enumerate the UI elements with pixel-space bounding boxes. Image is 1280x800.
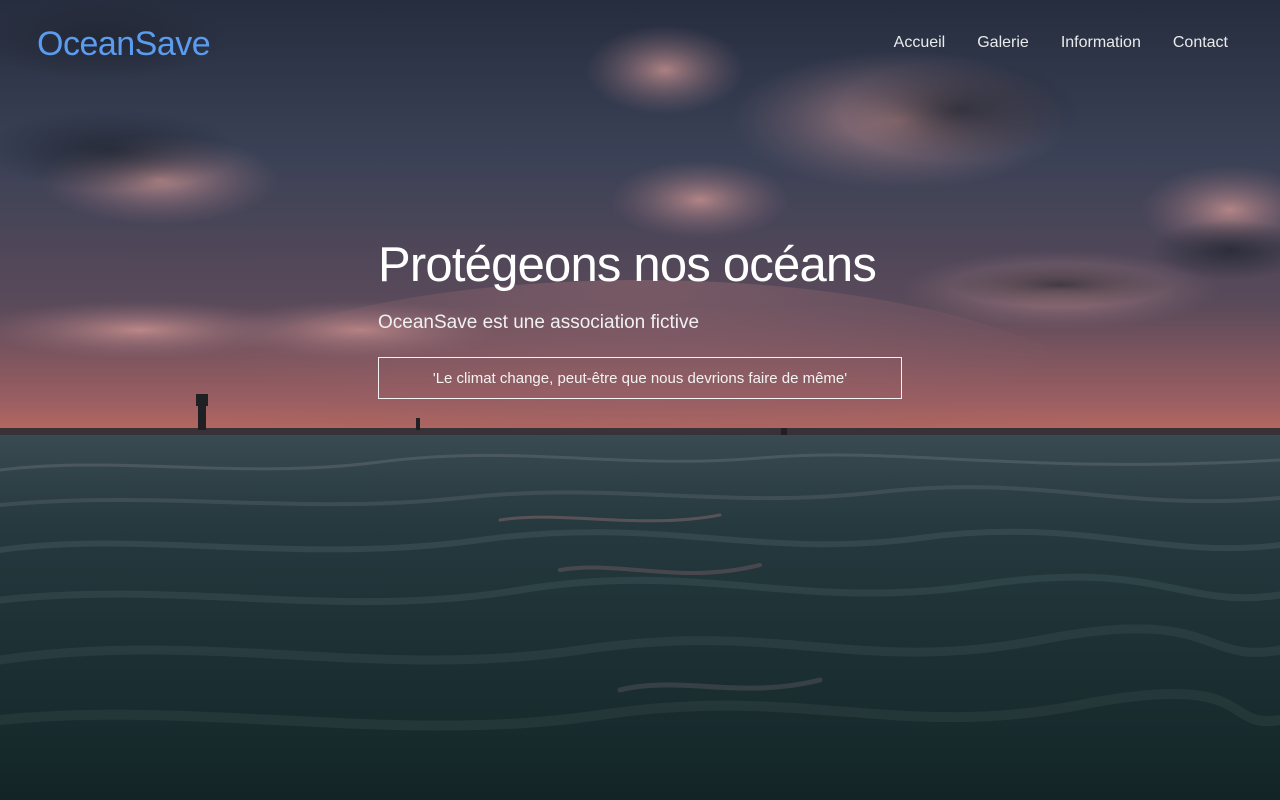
hero-content: Protégeons nos océans OceanSave est une … xyxy=(378,236,938,399)
nav-link-galerie[interactable]: Galerie xyxy=(977,33,1029,53)
hero-subtitle: OceanSave est une association fictive xyxy=(378,312,700,333)
nav-links: Accueil Galerie Information Contact xyxy=(894,33,1228,53)
navbar: OceanSave Accueil Galerie Information Co… xyxy=(0,0,1280,88)
quote-button[interactable]: 'Le climat change, peut-être que nous de… xyxy=(378,357,902,399)
nav-link-contact[interactable]: Contact xyxy=(1173,33,1228,53)
nav-link-accueil[interactable]: Accueil xyxy=(894,33,946,53)
nav-link-information[interactable]: Information xyxy=(1061,33,1141,53)
logo[interactable]: OceanSave xyxy=(37,24,211,64)
ocean-sunset-background xyxy=(0,0,1280,800)
hero-title: Protégeons nos océans xyxy=(378,238,877,292)
hero-section: OceanSave Accueil Galerie Information Co… xyxy=(0,0,1280,800)
